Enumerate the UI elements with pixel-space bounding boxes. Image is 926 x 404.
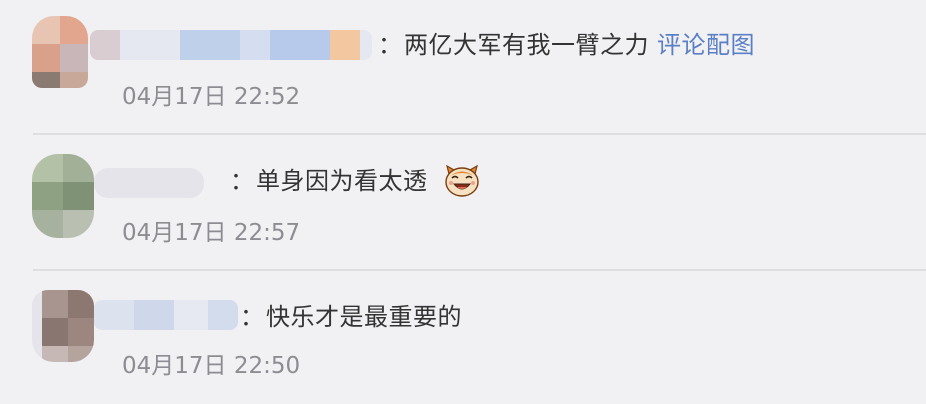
divider bbox=[33, 269, 926, 271]
comment-timestamp: 04月17日 22:52 bbox=[122, 84, 301, 110]
comment-item: ： 两亿大军有我一臂之力 评论配图 04月17日 22:52 bbox=[0, 0, 926, 134]
colon-separator: ： bbox=[378, 31, 402, 59]
comment-body: 两亿大军有我一臂之力 bbox=[404, 31, 649, 59]
comment-list: ： 两亿大军有我一臂之力评论配图 04月17日 22:52 ： 单身因为看太透 bbox=[0, 0, 926, 404]
laughing-cat-emoji-icon bbox=[445, 164, 479, 197]
comment-image-link[interactable]: 评论配图 bbox=[657, 31, 755, 59]
comment-text: 单身因为看太透 bbox=[256, 166, 428, 196]
comment-timestamp: 04月17日 22:57 bbox=[122, 220, 301, 246]
divider bbox=[33, 133, 926, 135]
avatar[interactable] bbox=[32, 290, 94, 362]
avatar[interactable] bbox=[32, 154, 94, 238]
username-blurred[interactable] bbox=[94, 168, 204, 198]
colon-separator: ： bbox=[230, 167, 254, 195]
username-blurred[interactable] bbox=[90, 30, 372, 60]
username-blurred[interactable] bbox=[94, 300, 238, 330]
avatar[interactable] bbox=[32, 16, 88, 88]
comment-timestamp: 04月17日 22:50 bbox=[122, 353, 301, 379]
colon-separator: ： bbox=[240, 303, 264, 331]
comment-text: 两亿大军有我一臂之力 评论配图 bbox=[404, 30, 755, 60]
comment-body: 快乐才是最重要的 bbox=[266, 303, 462, 331]
comment-item: ： 快乐才是最重要的 04月17日 22:50 bbox=[0, 272, 926, 404]
comment-item: ： 单身因为看太透 04月17日 22:57 bbox=[0, 136, 926, 270]
comment-text: 快乐才是最重要的 bbox=[266, 302, 462, 332]
comment-body: 单身因为看太透 bbox=[256, 167, 428, 195]
